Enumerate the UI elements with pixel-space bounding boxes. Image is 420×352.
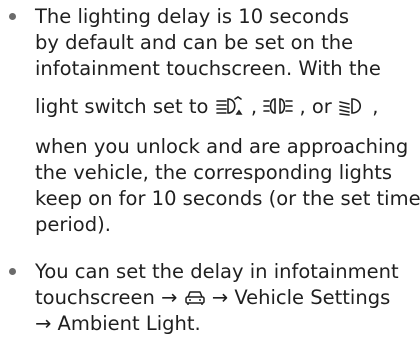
auto-headlight-icon [215, 96, 245, 116]
paragraph-line: The lighting delay is 10 seconds [35, 5, 350, 28]
paragraph-line: → Ambient Light. [35, 312, 201, 335]
paragraph-line: by default and can be set on the [35, 31, 354, 54]
low-beam-icon [338, 96, 366, 116]
switch-line-suffix: , [366, 95, 379, 118]
paragraph-line: period). [35, 213, 111, 236]
car-icon [184, 289, 206, 307]
paragraph-line: when you unlock and are approaching [35, 135, 409, 158]
paragraph-line: infotainment touchscreen. With the [35, 57, 381, 80]
switch-line-prefix: light switch set to [35, 95, 215, 118]
bullet-point [9, 268, 16, 275]
paragraph-line: the vehicle, the corresponding lights [35, 161, 393, 184]
switch-line-sep: , or [293, 95, 339, 118]
path-prefix: touchscreen → [35, 286, 184, 309]
side-light-icon [263, 96, 294, 116]
light-switch-line: light switch set to , , or , [35, 94, 378, 120]
manual-page: The lighting delay is 10 seconds by defa… [0, 0, 420, 352]
path-suffix: → Vehicle Settings [205, 286, 391, 309]
bullet-point [9, 13, 16, 20]
switch-line-sep: , [244, 95, 264, 118]
paragraph-line: keep on for 10 seconds (or the set time [35, 187, 420, 210]
paragraph-line: You can set the delay in infotainment [35, 260, 399, 283]
settings-path-line: touchscreen → → Vehicle Settings [35, 285, 390, 311]
